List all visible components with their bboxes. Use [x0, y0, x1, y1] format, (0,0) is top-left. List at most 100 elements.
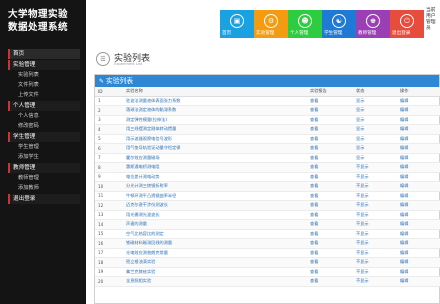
view-report-link[interactable]: 查看 — [307, 115, 353, 125]
experiment-name-link[interactable]: 全息照相实验 — [123, 276, 307, 287]
status-toggle[interactable]: 显示 — [353, 105, 397, 116]
experiment-name-link[interactable]: 霍尔效应测量磁场 — [123, 153, 307, 163]
status-toggle[interactable]: 显示 — [353, 124, 397, 135]
view-report-link[interactable]: 查看 — [307, 267, 353, 277]
view-report-link[interactable]: 查看 — [307, 219, 353, 230]
nav-experiment-list[interactable]: 实验列表 — [18, 70, 86, 80]
experiment-name-link[interactable]: 用气垫导轨验证动量守恒定律 — [123, 143, 307, 154]
status-toggle[interactable]: 不显示 — [353, 200, 397, 211]
experiment-name-link[interactable]: 空气比热容比的测定 — [123, 229, 307, 239]
tile-experiment[interactable]: ⚙ 实验管理 — [254, 10, 288, 38]
edit-link[interactable]: 编辑 — [397, 115, 440, 125]
edit-link[interactable]: 编辑 — [397, 105, 440, 116]
edit-link[interactable]: 编辑 — [397, 181, 440, 192]
view-report-link[interactable]: 查看 — [307, 191, 353, 201]
nav-personal-management[interactable]: 个人管理 — [8, 101, 80, 111]
status-toggle[interactable]: 不显示 — [353, 276, 397, 287]
view-report-link[interactable]: 查看 — [307, 238, 353, 249]
status-toggle[interactable]: 显示 — [353, 115, 397, 125]
experiment-name-link[interactable]: 分光计测三棱镜折射率 — [123, 181, 307, 192]
status-toggle[interactable]: 不显示 — [353, 191, 397, 201]
edit-link[interactable]: 编辑 — [397, 172, 440, 182]
edit-link[interactable]: 编辑 — [397, 191, 440, 201]
edit-link[interactable]: 编辑 — [397, 124, 440, 135]
status-toggle[interactable]: 不显示 — [353, 257, 397, 268]
view-report-link[interactable]: 查看 — [307, 172, 353, 182]
view-report-link[interactable]: 查看 — [307, 134, 353, 144]
experiment-name-link[interactable]: 密立根油滴实验 — [123, 257, 307, 268]
view-report-link[interactable]: 查看 — [307, 229, 353, 239]
nav-personal-info[interactable]: 个人信息 — [18, 111, 86, 121]
view-report-link[interactable]: 查看 — [307, 257, 353, 268]
edit-link[interactable]: 编辑 — [397, 276, 440, 287]
experiment-name-link[interactable]: 测定弹性模量(拉伸法) — [123, 115, 307, 125]
status-toggle[interactable]: 显示 — [353, 143, 397, 154]
nav-upload-file[interactable]: 上传文件 — [18, 90, 86, 100]
experiment-name-link[interactable]: 牛顿环测平凸透镜曲率半径 — [123, 191, 307, 201]
nav-experiment-management[interactable]: 实验管理 — [8, 60, 80, 70]
status-toggle[interactable]: 不显示 — [353, 248, 397, 258]
nav-file-list[interactable]: 文件列表 — [18, 80, 86, 90]
nav-add-teacher[interactable]: 添加教师 — [18, 183, 86, 193]
experiment-name-link[interactable]: 惠斯通电桥测电阻 — [123, 162, 307, 173]
view-report-link[interactable]: 查看 — [307, 248, 353, 258]
nav-student-management[interactable]: 学生管理 — [8, 132, 80, 142]
tile-personal[interactable]: ☻ 个人管理 — [288, 10, 322, 38]
view-report-link[interactable]: 查看 — [307, 143, 353, 154]
edit-link[interactable]: 编辑 — [397, 200, 440, 211]
experiment-name-link[interactable]: 声速的测量 — [123, 219, 307, 230]
status-toggle[interactable]: 不显示 — [353, 219, 397, 230]
tile-home[interactable]: ▣ 首页 — [220, 10, 254, 38]
nav-change-password[interactable]: 修改密码 — [18, 121, 86, 131]
edit-link[interactable]: 编辑 — [397, 210, 440, 220]
nav-logout[interactable]: 退出登录 — [8, 194, 80, 204]
experiment-name-link[interactable]: 用示波器观察电信号波形 — [123, 134, 307, 144]
status-toggle[interactable]: 不显示 — [353, 172, 397, 182]
experiment-name-link[interactable]: 用光栅测光波波长 — [123, 210, 307, 220]
tile-teacher[interactable]: ♚ 教师管理 — [356, 10, 390, 38]
nav-teacher-management[interactable]: 教师管理 — [8, 163, 80, 173]
edit-link[interactable]: 编辑 — [397, 162, 440, 173]
status-toggle[interactable]: 不显示 — [353, 238, 397, 249]
nav-student-list[interactable]: 学生管理 — [18, 142, 86, 152]
edit-link[interactable]: 编辑 — [397, 248, 440, 258]
view-report-link[interactable]: 查看 — [307, 105, 353, 116]
nav-add-student[interactable]: 添加学生 — [18, 152, 86, 162]
status-toggle[interactable]: 不显示 — [353, 210, 397, 220]
experiment-name-link[interactable]: 电位差计测电动势 — [123, 172, 307, 182]
status-toggle[interactable]: 显示 — [353, 153, 397, 163]
status-toggle[interactable]: 不显示 — [353, 162, 397, 173]
edit-link[interactable]: 编辑 — [397, 153, 440, 163]
status-toggle[interactable]: 显示 — [353, 134, 397, 144]
experiment-name-link[interactable]: 落球法测定液体的黏滞系数 — [123, 105, 307, 116]
tile-logout[interactable]: ⏻ 退出登录 — [390, 10, 424, 38]
current-user-link[interactable]: 当前用户 管理员 — [426, 8, 440, 32]
experiment-name-link[interactable]: 弗兰克赫兹实验 — [123, 267, 307, 277]
edit-link[interactable]: 编辑 — [397, 219, 440, 230]
view-report-link[interactable]: 查看 — [307, 181, 353, 192]
nav-teacher-list[interactable]: 教师管理 — [18, 173, 86, 183]
experiment-name-link[interactable]: 铁磁材料磁滞回线的测量 — [123, 238, 307, 249]
status-toggle[interactable]: 不显示 — [353, 181, 397, 192]
view-report-link[interactable]: 查看 — [307, 96, 353, 106]
experiment-name-link[interactable]: 光电效应测普朗克常量 — [123, 248, 307, 258]
status-toggle[interactable]: 不显示 — [353, 229, 397, 239]
view-report-link[interactable]: 查看 — [307, 276, 353, 287]
status-toggle[interactable]: 不显示 — [353, 267, 397, 277]
view-report-link[interactable]: 查看 — [307, 124, 353, 135]
edit-link[interactable]: 编辑 — [397, 229, 440, 239]
view-report-link[interactable]: 查看 — [307, 162, 353, 173]
status-toggle[interactable]: 显示 — [353, 96, 397, 106]
view-report-link[interactable]: 查看 — [307, 210, 353, 220]
edit-link[interactable]: 编辑 — [397, 96, 440, 106]
tile-student[interactable]: ☯ 学生管理 — [322, 10, 356, 38]
nav-home[interactable]: 首页 — [8, 49, 80, 59]
edit-link[interactable]: 编辑 — [397, 238, 440, 249]
edit-link[interactable]: 编辑 — [397, 143, 440, 154]
experiment-name-link[interactable]: 驻波法测量液体表面张力系数 — [123, 96, 307, 106]
edit-link[interactable]: 编辑 — [397, 267, 440, 277]
experiment-name-link[interactable]: 迈克尔逊干涉仪测波长 — [123, 200, 307, 211]
edit-link[interactable]: 编辑 — [397, 257, 440, 268]
edit-link[interactable]: 编辑 — [397, 134, 440, 144]
view-report-link[interactable]: 查看 — [307, 153, 353, 163]
